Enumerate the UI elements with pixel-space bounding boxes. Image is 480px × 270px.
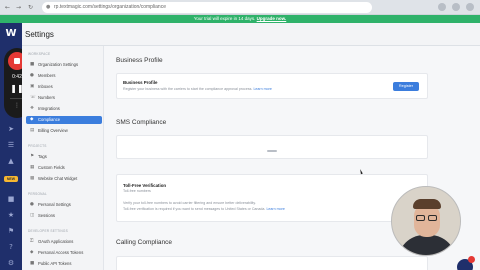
- campaigns-icon[interactable]: ★: [6, 211, 16, 219]
- chat-notification-badge: [468, 256, 475, 263]
- forward-icon[interactable]: →: [14, 3, 23, 12]
- new-badge: NEW: [4, 176, 18, 182]
- api-icon: ■: [30, 261, 35, 266]
- sidebar-item-members[interactable]: ● Members: [26, 72, 102, 80]
- webcam-bubble: [391, 186, 461, 256]
- calling-compliance-heading: Calling Compliance: [116, 239, 172, 246]
- sidebar-item-label: Personal Access Tokens: [38, 250, 84, 255]
- sidebar-section-projects: PROJECTS: [28, 144, 47, 148]
- business-profile-learn-more-link[interactable]: Learn more: [253, 87, 271, 91]
- business-profile-card-title: Business Profile: [123, 80, 158, 85]
- sidebar-section-personal: PERSONAL: [28, 192, 47, 196]
- inbox-icon: ▣: [30, 84, 35, 89]
- toll-free-verification-card: Toll-Free Verification Toll-free numbers…: [116, 174, 428, 222]
- sidebar-item-sessions[interactable]: ◫ Sessions: [26, 212, 102, 220]
- sidebar-item-label: Sessions: [38, 213, 55, 218]
- mouse-cursor-icon: [359, 168, 363, 175]
- shield-icon: ◆: [30, 117, 34, 122]
- sidebar-section-workspace: WORKSPACE: [28, 52, 51, 56]
- help-icon[interactable]: ?: [6, 243, 16, 251]
- toll-free-learn-more-link[interactable]: Learn more: [266, 207, 284, 211]
- users-icon: ●: [30, 73, 34, 78]
- sidebar-item-label: Inboxes: [38, 84, 53, 89]
- toll-free-description-1: Verify your toll-free numbers to avoid c…: [123, 201, 256, 205]
- reload-icon[interactable]: ↻: [26, 3, 35, 12]
- browser-toolbar: ← → ↻ ● rp.textmagic.com/settings/organi…: [0, 0, 480, 15]
- sidebar-item-oauth-applications[interactable]: ⚿ OAuth Applications: [26, 238, 102, 246]
- sidebar-item-label: Tags: [38, 154, 47, 159]
- token-icon: ◆: [30, 250, 34, 255]
- trial-banner-text: Your trial will expire in 14 days.: [193, 16, 256, 21]
- sidebar-item-label: Organization Settings: [38, 62, 79, 67]
- key-icon: ⚿: [30, 239, 34, 244]
- toll-free-verification-title: Toll-Free Verification: [123, 183, 167, 188]
- business-profile-card-text: Register your business with the carriers…: [123, 87, 272, 91]
- calling-compliance-card: [116, 256, 428, 270]
- toll-free-description-2: Toll-free verification is required if yo…: [123, 207, 266, 211]
- sidebar-section-developer-settings: DEVELOPER SETTINGS: [28, 229, 68, 233]
- app-logo-icon[interactable]: W: [4, 28, 18, 40]
- chat-icon: ▩: [30, 176, 35, 181]
- apps-icon[interactable]: ■: [6, 195, 16, 203]
- sidebar-item-organization-settings[interactable]: ■ Organization Settings: [26, 61, 102, 69]
- sidebar-item-custom-fields[interactable]: ▦ Custom Fields: [26, 164, 102, 172]
- sidebar-item-billing-overview[interactable]: ▤ Billing Overview: [26, 127, 102, 135]
- sidebar-item-label: Compliance: [38, 117, 61, 122]
- lock-icon: ●: [46, 4, 51, 10]
- sidebar-item-inboxes[interactable]: ▣ Inboxes: [26, 83, 102, 91]
- fields-icon: ▦: [30, 165, 35, 170]
- contacts-icon[interactable]: ☰: [6, 141, 16, 149]
- send-icon[interactable]: ➤: [6, 125, 16, 133]
- business-profile-heading: Business Profile: [116, 57, 163, 64]
- sms-compliance-heading: SMS Compliance: [116, 119, 167, 126]
- sidebar-item-public-api-tokens[interactable]: ■ Public API Tokens: [26, 260, 102, 268]
- business-profile-card: Business Profile Register your business …: [116, 73, 428, 99]
- sidebar-item-label: Custom Fields: [38, 165, 65, 170]
- settings-sidebar: WORKSPACE ■ Organization Settings ● Memb…: [22, 46, 104, 270]
- reports-icon[interactable]: ▲: [6, 157, 16, 165]
- sidebar-item-website-chat-widget[interactable]: ▩ Website Chat Widget: [26, 175, 102, 183]
- page-title: Settings: [25, 30, 54, 39]
- business-profile-description: Register your business with the carriers…: [123, 87, 253, 91]
- extension-icon[interactable]: [438, 3, 446, 11]
- sidebar-item-label: OAuth Applications: [38, 239, 74, 244]
- sidebar-item-label: Integrations: [38, 106, 60, 111]
- profile-icon[interactable]: [452, 3, 460, 11]
- sidebar-item-label: Personal Settings: [38, 202, 71, 207]
- tag-icon: ⚑: [30, 154, 35, 159]
- session-icon: ◫: [30, 213, 35, 218]
- menu-icon[interactable]: [466, 3, 474, 11]
- loading-indicator: [267, 150, 277, 152]
- toll-free-numbers-subtitle: Toll-free numbers: [123, 189, 151, 193]
- sidebar-item-label: Members: [38, 73, 56, 78]
- address-bar-url: rp.textmagic.com/settings/organization/c…: [54, 4, 166, 10]
- register-button[interactable]: Register: [393, 82, 419, 91]
- settings-gear-icon[interactable]: ⚙: [6, 259, 16, 267]
- sidebar-item-numbers[interactable]: ☏ Numbers: [26, 94, 102, 102]
- address-bar[interactable]: ● rp.textmagic.com/settings/organization…: [42, 2, 372, 13]
- puzzle-icon: ❖: [30, 106, 35, 111]
- sidebar-item-personal-access-tokens[interactable]: ◆ Personal Access Tokens: [26, 249, 102, 257]
- toll-free-description-2-row: Toll-free verification is required if yo…: [123, 207, 285, 211]
- building-icon: ■: [30, 62, 35, 67]
- notifications-icon[interactable]: ⚑: [6, 227, 16, 235]
- person-icon: ●: [30, 202, 34, 207]
- sidebar-item-integrations[interactable]: ❖ Integrations: [26, 105, 102, 113]
- sidebar-item-compliance[interactable]: ◆ Compliance: [26, 116, 102, 124]
- back-icon[interactable]: ←: [3, 3, 12, 12]
- sidebar-item-label: Website Chat Widget: [38, 176, 78, 181]
- sidebar-item-label: Billing Overview: [38, 128, 68, 133]
- settings-header: Settings: [22, 23, 480, 46]
- sidebar-item-label: Numbers: [38, 95, 55, 100]
- trial-banner: Your trial will expire in 14 days. Upgra…: [0, 15, 480, 23]
- receipt-icon: ▤: [30, 128, 35, 133]
- upgrade-link[interactable]: Upgrade now.: [257, 16, 287, 21]
- sidebar-item-label: Public API Tokens: [38, 261, 72, 266]
- sms-compliance-loading-card: [116, 135, 428, 159]
- sidebar-item-personal-settings[interactable]: ● Personal Settings: [26, 201, 102, 209]
- phone-icon: ☏: [30, 95, 36, 100]
- sidebar-item-tags[interactable]: ⚑ Tags: [26, 153, 102, 161]
